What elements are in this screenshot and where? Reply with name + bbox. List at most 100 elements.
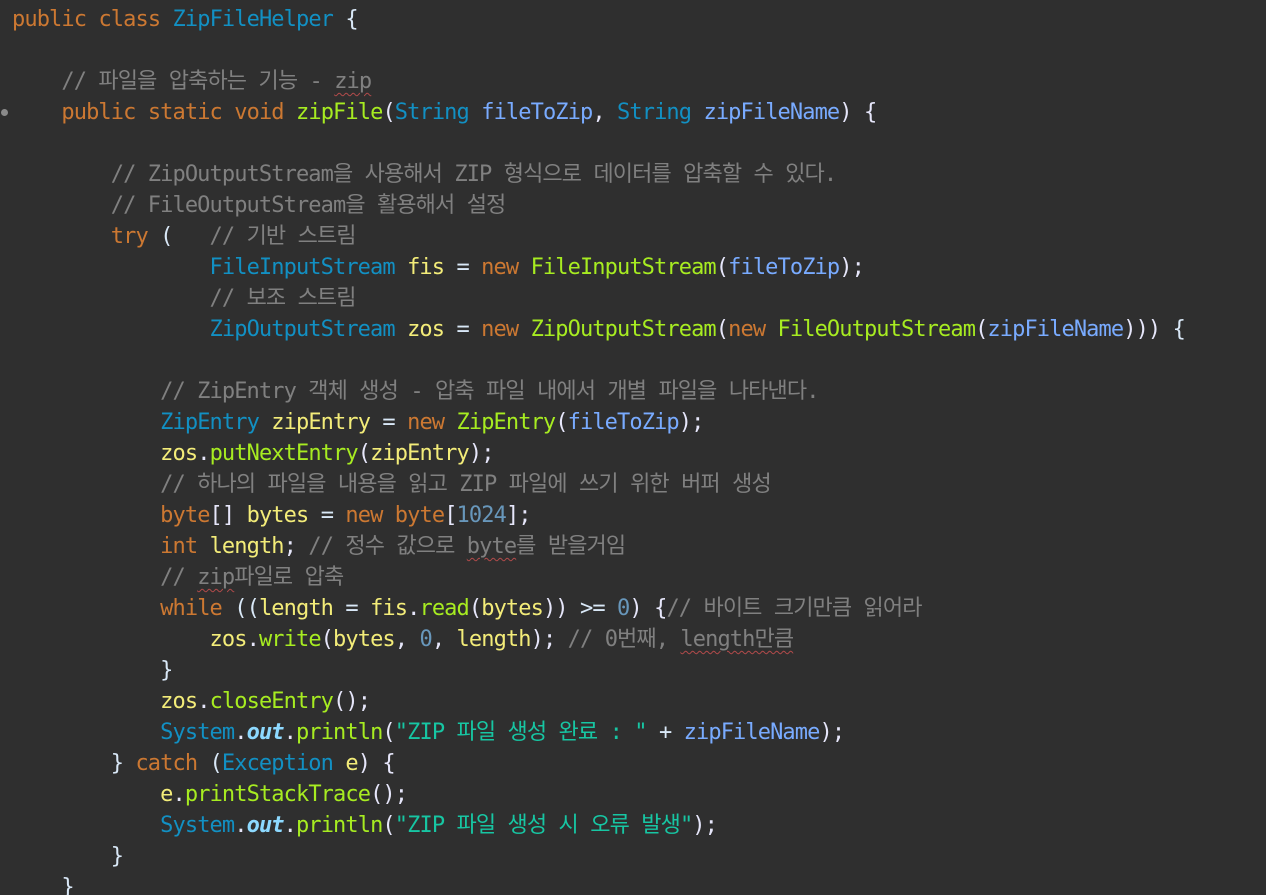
token-type: String	[394, 100, 470, 125]
code-line[interactable]: // 보조 스트림	[12, 283, 1185, 314]
token-punct: ) {	[357, 751, 396, 776]
code-area[interactable]: public class ZipFileHelper { // 파일을 압축하는…	[12, 4, 1186, 895]
token-local: e	[160, 782, 173, 807]
token-punct: ,	[592, 100, 618, 125]
code-line[interactable]: // ZipOutputStream을 사용해서 ZIP 형식으로 데이터를 압…	[12, 159, 1185, 190]
token-type: ZipEntry	[160, 410, 260, 435]
code-line[interactable]	[12, 35, 1185, 66]
token-punct: .	[172, 782, 186, 807]
token-punct: .	[197, 441, 210, 466]
token-keyword: try	[110, 224, 149, 249]
token-param: fileToZip	[567, 410, 680, 435]
token-keyword: class	[98, 7, 161, 32]
token-punct: ;	[283, 534, 297, 559]
breakpoint-marker-icon[interactable]	[1, 109, 8, 116]
token-plain: =	[333, 596, 371, 621]
token-keyword: int	[160, 534, 198, 559]
token-comment: 파일로 압축	[234, 565, 344, 590]
code-editor[interactable]: public class ZipFileHelper { // 파일을 압축하는…	[0, 0, 1266, 895]
token-method: printStackTrace	[184, 782, 371, 807]
token-punct: );	[819, 720, 845, 745]
token-method: putNextEntry	[209, 441, 359, 466]
token-keyword: new	[481, 317, 519, 342]
token-local: zos	[160, 441, 198, 466]
token-punct: .	[234, 720, 247, 745]
code-line[interactable]: }	[12, 841, 1185, 872]
code-line[interactable]: zos.putNextEntry(zipEntry);	[12, 438, 1185, 469]
token-plain: +	[646, 720, 684, 745]
token-comment: 를 받을거임	[516, 534, 626, 559]
code-line[interactable]: // 파일을 압축하는 기능 - zip	[12, 66, 1185, 97]
token-keyword: byte	[160, 503, 210, 528]
code-line[interactable]: ZipEntry zipEntry = new ZipEntry(fileToZ…	[12, 407, 1185, 438]
token-punct: .	[246, 627, 260, 652]
code-line[interactable]: int length; // 정수 값으로 byte를 받을거임	[12, 531, 1185, 562]
token-local: bytes	[333, 627, 396, 652]
token-method: read	[419, 596, 469, 621]
code-line[interactable]: // FileOutputStream을 활용해서 설정	[12, 190, 1185, 221]
token-punct: ,	[431, 627, 457, 652]
token-field: out	[246, 720, 285, 745]
code-line[interactable]: public static void zipFile(String fileTo…	[12, 97, 1185, 128]
code-line[interactable]	[12, 128, 1185, 159]
token-local: bytes	[246, 503, 310, 528]
code-line[interactable]: FileInputStream fis = new FileInputStrea…	[12, 252, 1185, 283]
token-punct: );	[468, 441, 495, 466]
code-line[interactable]: }	[12, 655, 1185, 686]
code-line[interactable]: zos.closeEntry();	[12, 686, 1185, 717]
token-punct: (	[357, 441, 371, 466]
code-line[interactable]: System.out.println("ZIP 파일 생성 시 오류 발생");	[12, 810, 1185, 841]
code-line[interactable]	[12, 345, 1185, 376]
code-line[interactable]: System.out.println("ZIP 파일 생성 완료 : " + z…	[12, 717, 1185, 748]
token-comment: // ZipEntry 객체 생성 - 압축 파일 내에서 개별 파일을 나타낸…	[12, 379, 819, 404]
token-plain: >=	[567, 596, 618, 621]
code-line[interactable]: // ZipEntry 객체 생성 - 압축 파일 내에서 개별 파일을 나타낸…	[12, 376, 1185, 407]
code-line[interactable]: public class ZipFileHelper {	[12, 4, 1185, 35]
token-punct: (	[382, 100, 395, 125]
token-local: length	[456, 627, 532, 652]
token-comment: // 기반 스트림	[209, 224, 357, 249]
token-comment: zip	[197, 565, 235, 590]
code-line[interactable]: while ((length = fis.read(bytes)) >= 0) …	[12, 593, 1185, 624]
code-line[interactable]: e.printStackTrace();	[12, 779, 1185, 810]
token-punct: );	[692, 813, 718, 838]
token-type: FileInputStream	[209, 255, 396, 280]
code-line[interactable]: try ( // 기반 스트림	[12, 221, 1185, 252]
code-line[interactable]: }	[12, 872, 1185, 895]
code-line[interactable]: // 하나의 파일을 내용을 읽고 ZIP 파일에 쓰기 위한 버퍼 생성	[12, 469, 1185, 500]
token-type: System	[160, 720, 235, 745]
token-keyword: catch	[135, 751, 198, 776]
token-punct: []	[209, 503, 236, 528]
code-line[interactable]: zos.write(bytes, 0, length); // 0번째, len…	[12, 624, 1185, 655]
token-keyword: while	[160, 596, 223, 621]
token-local: length	[209, 534, 285, 559]
token-punct: ];	[505, 503, 532, 528]
code-line[interactable]: } catch (Exception e) {	[12, 748, 1185, 779]
token-type: Exception	[221, 751, 334, 776]
token-punct: .	[283, 813, 297, 838]
token-punct: ,	[394, 627, 420, 652]
token-local: fis	[370, 596, 408, 621]
code-line[interactable]: byte[] bytes = new byte[1024];	[12, 500, 1185, 531]
code-line[interactable]: // zip파일로 압축	[12, 562, 1185, 593]
token-comment: byte	[466, 534, 517, 559]
code-line[interactable]: ZipOutputStream zos = new ZipOutputStrea…	[12, 314, 1186, 345]
token-plain: }	[12, 844, 124, 869]
